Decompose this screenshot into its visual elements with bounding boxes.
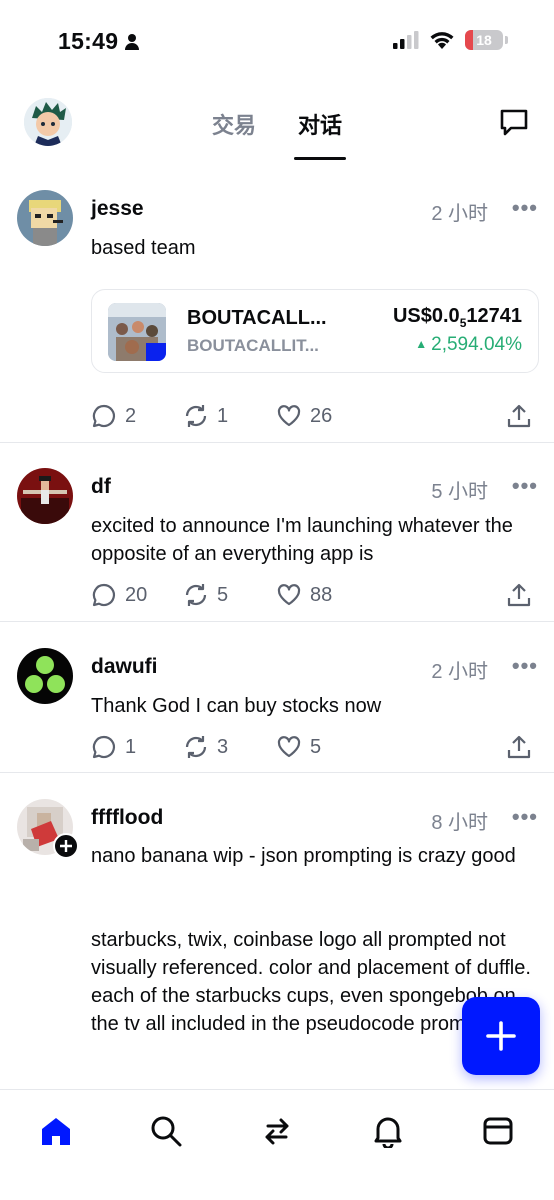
repost-button[interactable]: 3 bbox=[183, 734, 228, 760]
comment-icon bbox=[92, 404, 116, 428]
heart-icon bbox=[277, 405, 301, 427]
share-icon bbox=[507, 583, 531, 607]
nav-home[interactable] bbox=[39, 1114, 73, 1148]
avatar[interactable] bbox=[17, 648, 73, 704]
share-icon bbox=[507, 404, 531, 428]
person-icon bbox=[125, 33, 140, 50]
token-change: ▲ 2,594.04% bbox=[415, 334, 522, 355]
more-options-icon[interactable]: ••• bbox=[512, 195, 538, 221]
feed-post[interactable]: jesse 2 小时 ••• based team BOUTACALL... B… bbox=[0, 190, 554, 443]
post-actions: 1 3 5 bbox=[91, 734, 536, 764]
post-actions: 20 5 88 bbox=[91, 582, 536, 612]
more-options-icon[interactable]: ••• bbox=[512, 473, 538, 499]
comment-icon bbox=[92, 735, 116, 759]
post-username[interactable]: dawufi bbox=[91, 655, 158, 679]
share-button[interactable] bbox=[506, 734, 532, 760]
header-tabs: 交易 对话 bbox=[0, 106, 554, 160]
post-text: based team bbox=[91, 237, 196, 259]
bell-icon bbox=[374, 1117, 402, 1150]
triangle-up-icon: ▲ bbox=[415, 337, 428, 351]
post-username[interactable]: fffflood bbox=[91, 806, 163, 830]
status-indicators: 18 bbox=[393, 30, 508, 50]
repost-button[interactable]: 1 bbox=[183, 403, 228, 429]
cellular-signal-icon bbox=[393, 31, 419, 49]
comment-button[interactable]: 2 bbox=[91, 403, 136, 429]
home-icon bbox=[42, 1118, 70, 1145]
message-icon[interactable] bbox=[498, 106, 530, 138]
tab-conversation[interactable]: 对话 bbox=[293, 106, 347, 160]
heart-icon bbox=[277, 736, 301, 758]
search-icon bbox=[151, 1116, 182, 1147]
comment-icon bbox=[92, 583, 116, 607]
post-username[interactable]: df bbox=[91, 475, 111, 499]
post-text: excited to announce I'm launching whatev… bbox=[91, 515, 513, 565]
repost-icon bbox=[185, 736, 207, 758]
token-name: BOUTACALL... bbox=[187, 307, 327, 329]
swap-icon bbox=[265, 1118, 289, 1145]
bottom-nav bbox=[0, 1089, 554, 1200]
avatar[interactable] bbox=[17, 468, 73, 524]
avatar[interactable] bbox=[17, 190, 73, 246]
compose-button[interactable] bbox=[462, 997, 540, 1075]
heart-icon bbox=[277, 584, 301, 606]
share-icon bbox=[507, 735, 531, 759]
status-bar: 15:49 18 bbox=[0, 0, 554, 84]
repost-button[interactable]: 5 bbox=[183, 582, 228, 608]
more-options-icon[interactable]: ••• bbox=[512, 804, 538, 830]
like-button[interactable]: 26 bbox=[276, 403, 332, 429]
wifi-icon bbox=[430, 32, 454, 49]
like-button[interactable]: 5 bbox=[276, 734, 321, 760]
follow-plus-icon[interactable] bbox=[53, 833, 79, 859]
nav-search[interactable] bbox=[149, 1114, 183, 1148]
comment-button[interactable]: 1 bbox=[91, 734, 136, 760]
post-timestamp: 5 小时 bbox=[431, 481, 488, 503]
post-text: Thank God I can buy stocks now bbox=[91, 695, 382, 717]
token-image bbox=[108, 303, 166, 361]
plus-icon bbox=[486, 1021, 516, 1051]
feed-post[interactable]: dawufi 2 小时 ••• Thank God I can buy stoc… bbox=[0, 648, 554, 773]
token-card[interactable]: BOUTACALL... BOUTACALLIT... US$0.0512741… bbox=[91, 289, 539, 373]
post-actions: 2 1 26 bbox=[91, 403, 536, 433]
nav-notifications[interactable] bbox=[371, 1114, 405, 1150]
nav-swap[interactable] bbox=[260, 1114, 294, 1148]
token-ticker: BOUTACALLIT... bbox=[187, 336, 319, 355]
status-time: 15:49 bbox=[58, 28, 140, 55]
post-timestamp: 2 小时 bbox=[431, 203, 488, 225]
battery-icon: 18 bbox=[465, 30, 503, 50]
post-timestamp: 8 小时 bbox=[431, 812, 488, 834]
post-timestamp: 2 小时 bbox=[431, 661, 488, 683]
post-username[interactable]: jesse bbox=[91, 197, 144, 221]
post-text: nano banana wip - json prompting is craz… bbox=[91, 845, 516, 867]
share-button[interactable] bbox=[506, 582, 532, 608]
token-price: US$0.0512741 bbox=[392, 305, 522, 330]
header: 交易 对话 bbox=[0, 90, 554, 160]
tab-trade[interactable]: 交易 bbox=[210, 106, 258, 160]
repost-icon bbox=[185, 405, 207, 427]
comment-button[interactable]: 20 bbox=[91, 582, 147, 608]
feed-post[interactable]: df 5 小时 ••• excited to announce I'm laun… bbox=[0, 468, 554, 622]
more-options-icon[interactable]: ••• bbox=[512, 653, 538, 679]
like-button[interactable]: 88 bbox=[276, 582, 332, 608]
browser-icon bbox=[483, 1117, 513, 1145]
nav-browser[interactable] bbox=[481, 1114, 515, 1148]
share-button[interactable] bbox=[506, 403, 532, 429]
repost-icon bbox=[185, 584, 207, 606]
